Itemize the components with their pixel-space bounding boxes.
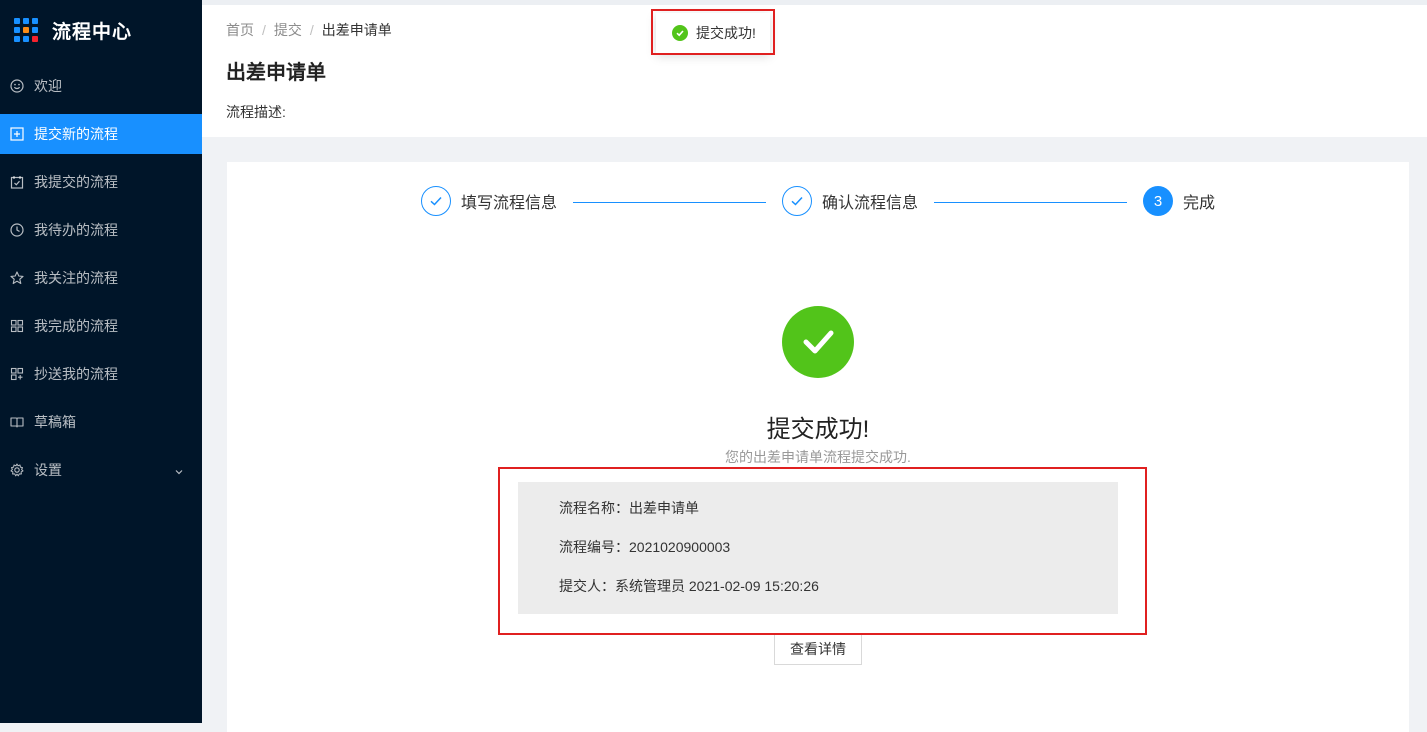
sidebar-item-drafts[interactable]: 草稿箱 bbox=[0, 402, 202, 442]
apps-grid-icon bbox=[14, 18, 38, 42]
sidebar-item-my-followed[interactable]: 我关注的流程 bbox=[0, 258, 202, 298]
sidebar-item-label: 设置 bbox=[34, 462, 62, 478]
sidebar-item-label: 我提交的流程 bbox=[34, 174, 118, 190]
step-label: 确认流程信息 bbox=[822, 195, 919, 212]
sidebar-item-my-completed[interactable]: 我完成的流程 bbox=[0, 306, 202, 346]
sidebar-item-my-todo[interactable]: 我待办的流程 bbox=[0, 210, 202, 250]
smile-icon bbox=[10, 79, 24, 93]
success-check-icon bbox=[782, 306, 854, 378]
book-icon bbox=[10, 415, 24, 429]
appstore-icon bbox=[10, 319, 24, 333]
sidebar-item-label: 抄送我的流程 bbox=[34, 366, 118, 382]
page-title: 出差申请单 bbox=[226, 62, 326, 84]
sidebar-item-cc-me[interactable]: 抄送我的流程 bbox=[0, 354, 202, 394]
sidebar-item-my-submitted[interactable]: 我提交的流程 bbox=[0, 162, 202, 202]
view-details-button[interactable]: 查看详情 bbox=[774, 633, 862, 665]
check-icon bbox=[782, 186, 812, 216]
step-complete: 3 完成 bbox=[1143, 186, 1215, 216]
app-logo[interactable]: 流程中心 bbox=[0, 0, 202, 60]
result-card: 填写流程信息 确认流程信息 3 完成 提交成功! 您的出差申请单流程提交成功. … bbox=[227, 162, 1409, 732]
toast-message: 提交成功! bbox=[696, 25, 756, 41]
clock-icon bbox=[10, 223, 24, 237]
sidebar: 流程中心 欢迎 提交新的流程 我提交的流程 我待办的流程 我关注的流程 我完成的… bbox=[0, 0, 202, 723]
sidebar-item-welcome[interactable]: 欢迎 bbox=[0, 66, 202, 106]
breadcrumb: 首页 / 提交 / 出差申请单 bbox=[226, 20, 392, 40]
result-subtitle: 您的出差申请单流程提交成功. bbox=[725, 449, 911, 465]
breadcrumb-home[interactable]: 首页 bbox=[226, 22, 254, 38]
gear-icon bbox=[10, 463, 24, 477]
check-circle-icon bbox=[672, 25, 688, 41]
copy-grid-icon bbox=[10, 367, 24, 381]
sidebar-item-label: 欢迎 bbox=[34, 78, 62, 94]
sidebar-item-label: 我关注的流程 bbox=[34, 270, 118, 286]
sidebar-item-label: 提交新的流程 bbox=[34, 126, 118, 142]
breadcrumb-separator: / bbox=[309, 22, 314, 38]
breadcrumb-submit[interactable]: 提交 bbox=[274, 22, 302, 38]
result-title: 提交成功! bbox=[766, 416, 870, 443]
sidebar-item-label: 我待办的流程 bbox=[34, 222, 118, 238]
sidebar-item-label: 我完成的流程 bbox=[34, 318, 118, 334]
breadcrumb-separator: / bbox=[262, 22, 266, 38]
success-toast: 提交成功! bbox=[656, 13, 770, 53]
breadcrumb-current: 出差申请单 bbox=[321, 22, 392, 38]
step-fill-info: 填写流程信息 bbox=[421, 186, 557, 216]
sidebar-item-label: 草稿箱 bbox=[34, 414, 76, 430]
sidebar-item-submit-new[interactable]: 提交新的流程 bbox=[0, 114, 202, 154]
step-label: 填写流程信息 bbox=[461, 195, 558, 212]
step-label: 完成 bbox=[1183, 195, 1216, 212]
process-number-row: 流程编号：2021020900003 bbox=[559, 539, 731, 555]
step-number: 3 bbox=[1143, 186, 1173, 216]
chevron-down-icon bbox=[174, 464, 184, 480]
page-description: 流程描述: bbox=[226, 104, 286, 120]
sidebar-item-settings[interactable]: 设置 bbox=[0, 450, 202, 490]
step-connector bbox=[573, 202, 766, 203]
result-info-panel: 流程名称：出差申请单 流程编号：2021020900003 提交人：系统管理员 … bbox=[518, 482, 1118, 614]
calendar-check-icon bbox=[10, 175, 24, 189]
page-header: 首页 / 提交 / 出差申请单 出差申请单 流程描述: bbox=[202, 0, 1427, 137]
check-icon bbox=[421, 186, 451, 216]
star-icon bbox=[10, 271, 24, 285]
step-confirm-info: 确认流程信息 bbox=[782, 186, 918, 216]
submitter-row: 提交人：系统管理员 2021-02-09 15:20:26 bbox=[559, 578, 819, 594]
process-name-row: 流程名称：出差申请单 bbox=[559, 500, 699, 516]
plus-square-icon bbox=[10, 127, 24, 141]
app-title: 流程中心 bbox=[52, 21, 133, 43]
step-connector bbox=[934, 202, 1127, 203]
